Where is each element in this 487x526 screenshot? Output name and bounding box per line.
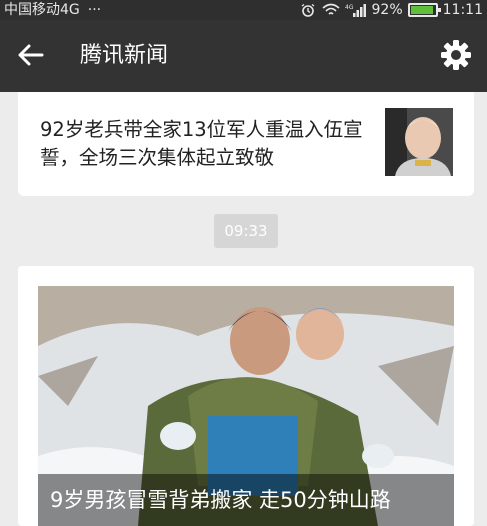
feature-card[interactable]: 9岁男孩冒雪背弟搬家 走50分钟山路 xyxy=(18,266,474,526)
gear-icon[interactable] xyxy=(439,38,473,72)
wifi-icon xyxy=(321,3,340,15)
timestamp-badge: 09:33 xyxy=(214,214,278,248)
signal-icon: 4G xyxy=(345,4,366,17)
carrier-label: 中国移动4G xyxy=(4,2,80,18)
more-dots: ··· xyxy=(87,2,102,18)
app-bar: 腾讯新闻 xyxy=(0,20,487,92)
status-bar: 中国移动4G ··· 4G 92% 11:11 xyxy=(0,0,487,20)
caption-bar: 9岁男孩冒雪背弟搬家 走50分钟山路 xyxy=(38,474,454,526)
news-thumbnail xyxy=(385,108,453,176)
alarm-icon xyxy=(301,3,314,17)
feature-caption[interactable]: 9岁男孩冒雪背弟搬家 走50分钟山路 xyxy=(50,483,391,517)
news-headline[interactable]: 92岁老兵带全家13位军人重温入伍宣誓，全场三次集体起立致敬 xyxy=(40,116,380,172)
status-right: 4G 92% 11:11 xyxy=(299,0,483,20)
feature-image[interactable]: 9岁男孩冒雪背弟搬家 走50分钟山路 xyxy=(38,286,454,526)
status-left: 中国移动4G ··· xyxy=(4,0,101,20)
page-title: 腾讯新闻 xyxy=(80,43,169,68)
network-type: 4G xyxy=(345,4,354,11)
battery-icon xyxy=(407,3,441,17)
arrow-left-icon[interactable] xyxy=(14,38,48,72)
news-card[interactable]: 92岁老兵带全家13位军人重温入伍宣誓，全场三次集体起立致敬 xyxy=(18,92,474,196)
battery-percent: 92% xyxy=(371,2,403,18)
clock: 11:11 xyxy=(442,2,483,18)
